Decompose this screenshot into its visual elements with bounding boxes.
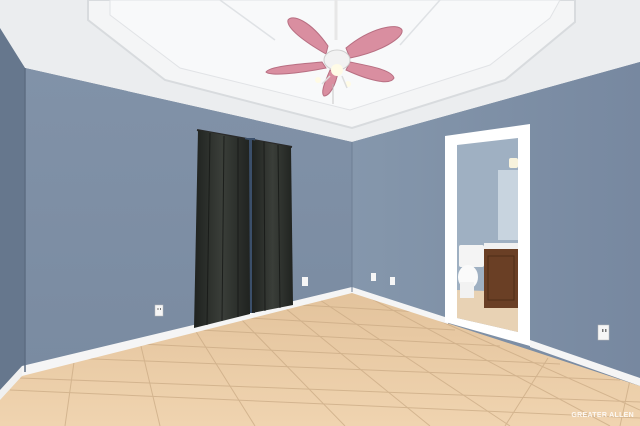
curtain-right: [252, 140, 293, 313]
power-outlet-icon: [302, 277, 308, 286]
toilet-tank: [459, 245, 484, 267]
room-illustration: [0, 0, 640, 426]
watermark-text: GREATER ALLEN: [571, 412, 634, 420]
bathroom-mirror: [498, 170, 518, 240]
left-wall: [0, 28, 25, 396]
power-outlet-icon: [597, 324, 610, 341]
power-outlet-icon: [154, 304, 164, 317]
power-outlet-icon: [371, 273, 376, 281]
bathroom-vanity: [484, 248, 518, 308]
power-outlet-icon: [390, 277, 395, 285]
room-photo: GREATER ALLEN: [0, 0, 640, 426]
